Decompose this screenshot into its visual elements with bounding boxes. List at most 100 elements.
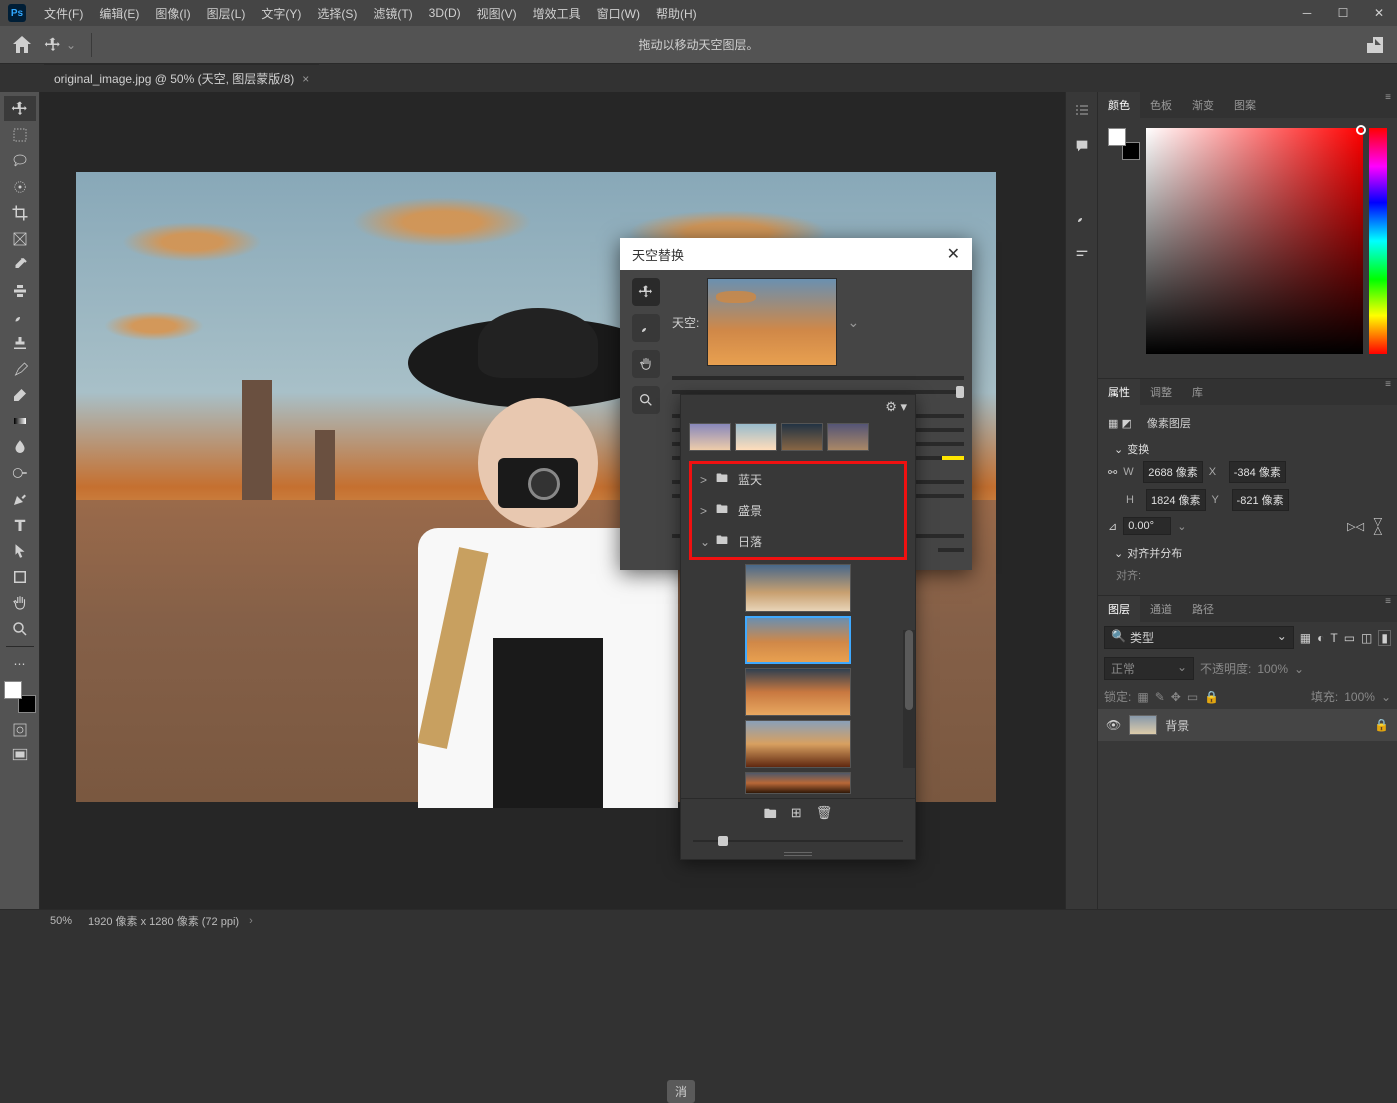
color-picker-field[interactable] (1146, 128, 1363, 354)
x-field[interactable]: -384 像素 (1229, 461, 1286, 483)
sky-move-tool[interactable] (632, 278, 660, 306)
menu-filter[interactable]: 滤镜(T) (365, 0, 420, 26)
height-field[interactable]: 1824 像素 (1146, 489, 1206, 511)
filter-smart-icon[interactable]: ◫ (1361, 631, 1372, 645)
create-new-icon[interactable]: ⊞ (791, 805, 802, 827)
tab-paths[interactable]: 路径 (1182, 596, 1224, 622)
dialog-titlebar[interactable]: 天空替换 ✕ (620, 238, 972, 270)
gradient-tool[interactable] (4, 408, 36, 433)
menu-image[interactable]: 图像(I) (147, 0, 198, 26)
sky-brush-tool[interactable] (632, 314, 660, 342)
dialog-close-icon[interactable]: ✕ (947, 244, 960, 264)
fg-bg-swatch[interactable] (4, 681, 36, 713)
window-minimize-icon[interactable]: ─ (1289, 0, 1325, 26)
popup-resize-handle[interactable] (681, 849, 915, 859)
status-caret-icon[interactable]: › (249, 915, 253, 927)
visibility-eye-icon[interactable]: 👁 (1106, 718, 1121, 732)
sunset-preset-3[interactable] (745, 668, 851, 716)
panel-menu-icon[interactable]: ≡ (1379, 92, 1397, 118)
menu-text[interactable]: 文字(Y) (253, 0, 309, 26)
home-icon[interactable] (10, 33, 34, 57)
eyedropper-tool[interactable] (4, 252, 36, 277)
sky-preview-thumbnail[interactable] (707, 278, 837, 366)
delete-preset-icon[interactable]: 🗑 (816, 805, 833, 827)
brush-settings-panel-icon[interactable] (1072, 244, 1092, 264)
filter-text-icon[interactable]: T (1330, 631, 1337, 645)
history-panel-icon[interactable] (1072, 100, 1092, 120)
status-zoom[interactable]: 50% (50, 915, 72, 927)
eraser-tool[interactable] (4, 382, 36, 407)
filter-shape-icon[interactable]: ▭ (1344, 631, 1355, 645)
tab-libraries[interactable]: 库 (1182, 379, 1213, 405)
filter-image-icon[interactable]: ▦ (1300, 631, 1311, 645)
healing-tool[interactable] (4, 278, 36, 303)
sunset-preset-2-selected[interactable] (745, 616, 851, 664)
document-tab[interactable]: original_image.jpg @ 50% (天空, 图层蒙版/8) × (44, 64, 319, 92)
menu-help[interactable]: 帮助(H) (648, 0, 705, 26)
quick-mask-icon[interactable] (4, 717, 36, 742)
lasso-tool[interactable] (4, 148, 36, 173)
angle-field[interactable]: 0.00° (1123, 517, 1171, 535)
sky-zoom-tool[interactable] (632, 386, 660, 414)
move-tool-indicator[interactable]: ⌄ (44, 36, 76, 54)
menu-plugins[interactable]: 增效工具 (525, 0, 589, 26)
tab-layers[interactable]: 图层 (1098, 596, 1140, 622)
hand-tool[interactable] (4, 590, 36, 615)
tab-adjustments[interactable]: 调整 (1140, 379, 1182, 405)
stamp-tool[interactable] (4, 330, 36, 355)
menu-select[interactable]: 选择(S) (309, 0, 365, 26)
screen-mode-icon[interactable] (4, 743, 36, 768)
status-dimensions[interactable]: 1920 像素 x 1280 像素 (72 ppi) (88, 913, 239, 929)
opacity-field[interactable]: 100% (1257, 662, 1288, 676)
marquee-tool[interactable] (4, 122, 36, 147)
brush-panel-icon[interactable] (1072, 208, 1092, 228)
layer-thumbnail[interactable] (1129, 715, 1157, 735)
window-close-icon[interactable]: ✕ (1361, 0, 1397, 26)
move-tool[interactable] (4, 96, 36, 121)
tab-color[interactable]: 颜色 (1098, 92, 1140, 118)
sunset-preset-1[interactable] (745, 564, 851, 612)
shape-tool[interactable] (4, 564, 36, 589)
path-select-tool[interactable] (4, 538, 36, 563)
tab-close-icon[interactable]: × (302, 72, 309, 86)
slider-1[interactable] (672, 376, 964, 380)
sunset-preset-4[interactable] (745, 720, 851, 768)
width-field[interactable]: 2688 像素 (1143, 461, 1203, 483)
lock-pixels-icon[interactable]: ▦ (1137, 690, 1148, 704)
text-tool[interactable] (4, 512, 36, 537)
blur-tool[interactable] (4, 434, 36, 459)
tab-properties[interactable]: 属性 (1098, 379, 1140, 405)
fill-field[interactable]: 100% (1344, 690, 1375, 704)
layer-row-background[interactable]: 👁 背景 🔒 (1098, 709, 1397, 741)
tab-swatches[interactable]: 色板 (1140, 92, 1182, 118)
crop-tool[interactable] (4, 200, 36, 225)
panel-menu-icon[interactable]: ≡ (1379, 596, 1397, 622)
import-folder-icon[interactable]: 🖿 (764, 805, 777, 827)
presets-scrollbar[interactable] (903, 630, 915, 768)
pen-tool[interactable] (4, 486, 36, 511)
folder-blue-sky[interactable]: > 🖿 蓝天 (692, 464, 904, 495)
transform-section-head[interactable]: 变换 (1108, 437, 1387, 461)
folder-sunset[interactable]: ⌄ 🖿 日落 (692, 526, 904, 557)
sunset-preset-5[interactable] (745, 772, 851, 794)
recent-sky-3[interactable] (781, 423, 823, 451)
color-fg-swatch[interactable] (1108, 128, 1126, 146)
filter-adjust-icon[interactable]: ◐ (1317, 631, 1324, 645)
lock-artboard-icon[interactable]: ▭ (1187, 690, 1198, 704)
thumb-size-slider[interactable] (693, 840, 903, 842)
link-wh-icon[interactable]: ⚯ (1108, 466, 1117, 479)
presets-gear-icon[interactable]: ⚙ ▾ (885, 399, 907, 415)
edit-toolbar-icon[interactable]: ⋯ (4, 651, 36, 676)
quick-select-tool[interactable] (4, 174, 36, 199)
recent-sky-4[interactable] (827, 423, 869, 451)
sky-hand-tool[interactable] (632, 350, 660, 378)
zoom-tool[interactable] (4, 616, 36, 641)
tab-gradients[interactable]: 渐变 (1182, 92, 1224, 118)
layer-lock-icon[interactable]: 🔒 (1374, 718, 1389, 732)
share-icon[interactable] (1363, 33, 1387, 57)
window-maximize-icon[interactable]: ☐ (1325, 0, 1361, 26)
tab-channels[interactable]: 通道 (1140, 596, 1182, 622)
lock-paint-icon[interactable]: ✎ (1155, 690, 1165, 704)
flip-v-icon[interactable]: ▷◁ (1372, 518, 1385, 535)
hue-slider[interactable] (1369, 128, 1387, 354)
